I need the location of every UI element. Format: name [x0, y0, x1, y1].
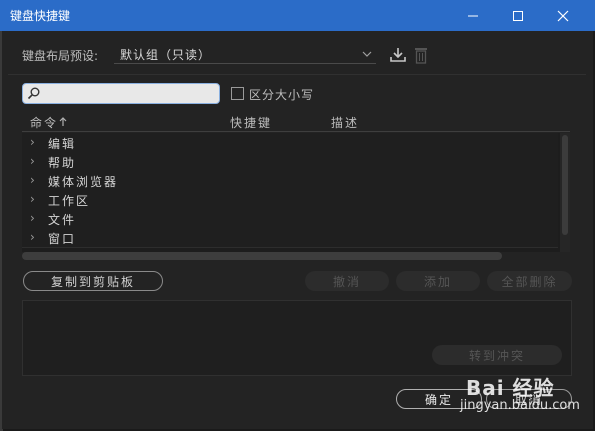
preset-dropdown[interactable]: 默认组（只读） [114, 45, 376, 64]
title-bar: 键盘快捷键 [0, 0, 595, 31]
header-command[interactable]: 命令 [30, 114, 58, 131]
chevron-right-icon[interactable]: › [30, 192, 35, 206]
list-item-label: 编辑 [48, 137, 77, 151]
sort-ascending-icon [59, 117, 67, 126]
preset-label: 键盘布局预设: [22, 49, 99, 63]
case-sensitive-checkbox[interactable] [231, 87, 244, 100]
case-sensitive-label: 区分大小写 [249, 88, 315, 102]
chevron-right-icon[interactable]: › [30, 154, 35, 168]
delete-preset-button[interactable] [414, 46, 428, 64]
list-item[interactable]: › 窗口 [22, 228, 558, 248]
search-icon [27, 87, 40, 100]
download-icon [390, 48, 406, 62]
list-item[interactable]: › 文件 [22, 209, 558, 229]
table-header: 命令 快捷键 描述 [22, 112, 570, 132]
horizontal-scrollbar[interactable] [22, 252, 502, 260]
list-item[interactable]: › 媒体浏览器 [22, 171, 558, 191]
list-item[interactable]: › 帮助 [22, 152, 558, 172]
list-item[interactable]: › 工作区 [22, 190, 558, 210]
undo-button[interactable]: 撤消 [305, 271, 389, 291]
trash-icon [415, 48, 427, 64]
chevron-right-icon[interactable]: › [30, 230, 35, 244]
close-icon [557, 10, 569, 21]
search-input[interactable] [43, 85, 215, 102]
preset-value: 默认组（只读） [120, 48, 212, 62]
minimize-icon [468, 15, 478, 16]
list-item[interactable]: › 编辑 [22, 133, 558, 153]
minimize-button[interactable] [451, 0, 495, 31]
chevron-down-icon [362, 51, 372, 57]
list-item-label: 窗口 [48, 232, 77, 246]
watermark-url: jingyan.baidu.com [460, 398, 580, 413]
save-preset-button[interactable] [389, 46, 407, 64]
watermark-brand: Bai 经验 [466, 376, 555, 400]
command-list: › 编辑 › 帮助 › 媒体浏览器 › 工作区 › 文件 › 窗口 [22, 133, 570, 252]
search-field[interactable] [22, 83, 220, 104]
list-item-label: 帮助 [48, 156, 77, 170]
add-button[interactable]: 添加 [396, 271, 480, 291]
chevron-right-icon[interactable]: › [30, 173, 35, 187]
window-title: 键盘快捷键 [10, 9, 71, 23]
list-item-label: 文件 [48, 213, 77, 227]
copy-to-clipboard-button[interactable]: 复制到剪贴板 [23, 271, 163, 291]
list-item-label: 工作区 [48, 194, 91, 208]
delete-all-button[interactable]: 全部删除 [487, 271, 572, 291]
chevron-right-icon[interactable]: › [30, 135, 35, 149]
chevron-right-icon[interactable]: › [30, 211, 35, 225]
separator [8, 74, 586, 75]
list-item-label: 媒体浏览器 [48, 175, 119, 189]
header-description[interactable]: 描述 [331, 114, 359, 131]
maximize-button[interactable] [496, 0, 540, 31]
maximize-icon [513, 10, 523, 21]
watermark: Bai 经验 jingyan.baidu.com [460, 372, 586, 418]
header-shortcut[interactable]: 快捷键 [230, 114, 272, 131]
goto-conflict-button[interactable]: 转到冲突 [432, 345, 562, 365]
close-button[interactable] [541, 0, 585, 31]
vertical-scrollbar-thumb[interactable] [562, 135, 568, 235]
